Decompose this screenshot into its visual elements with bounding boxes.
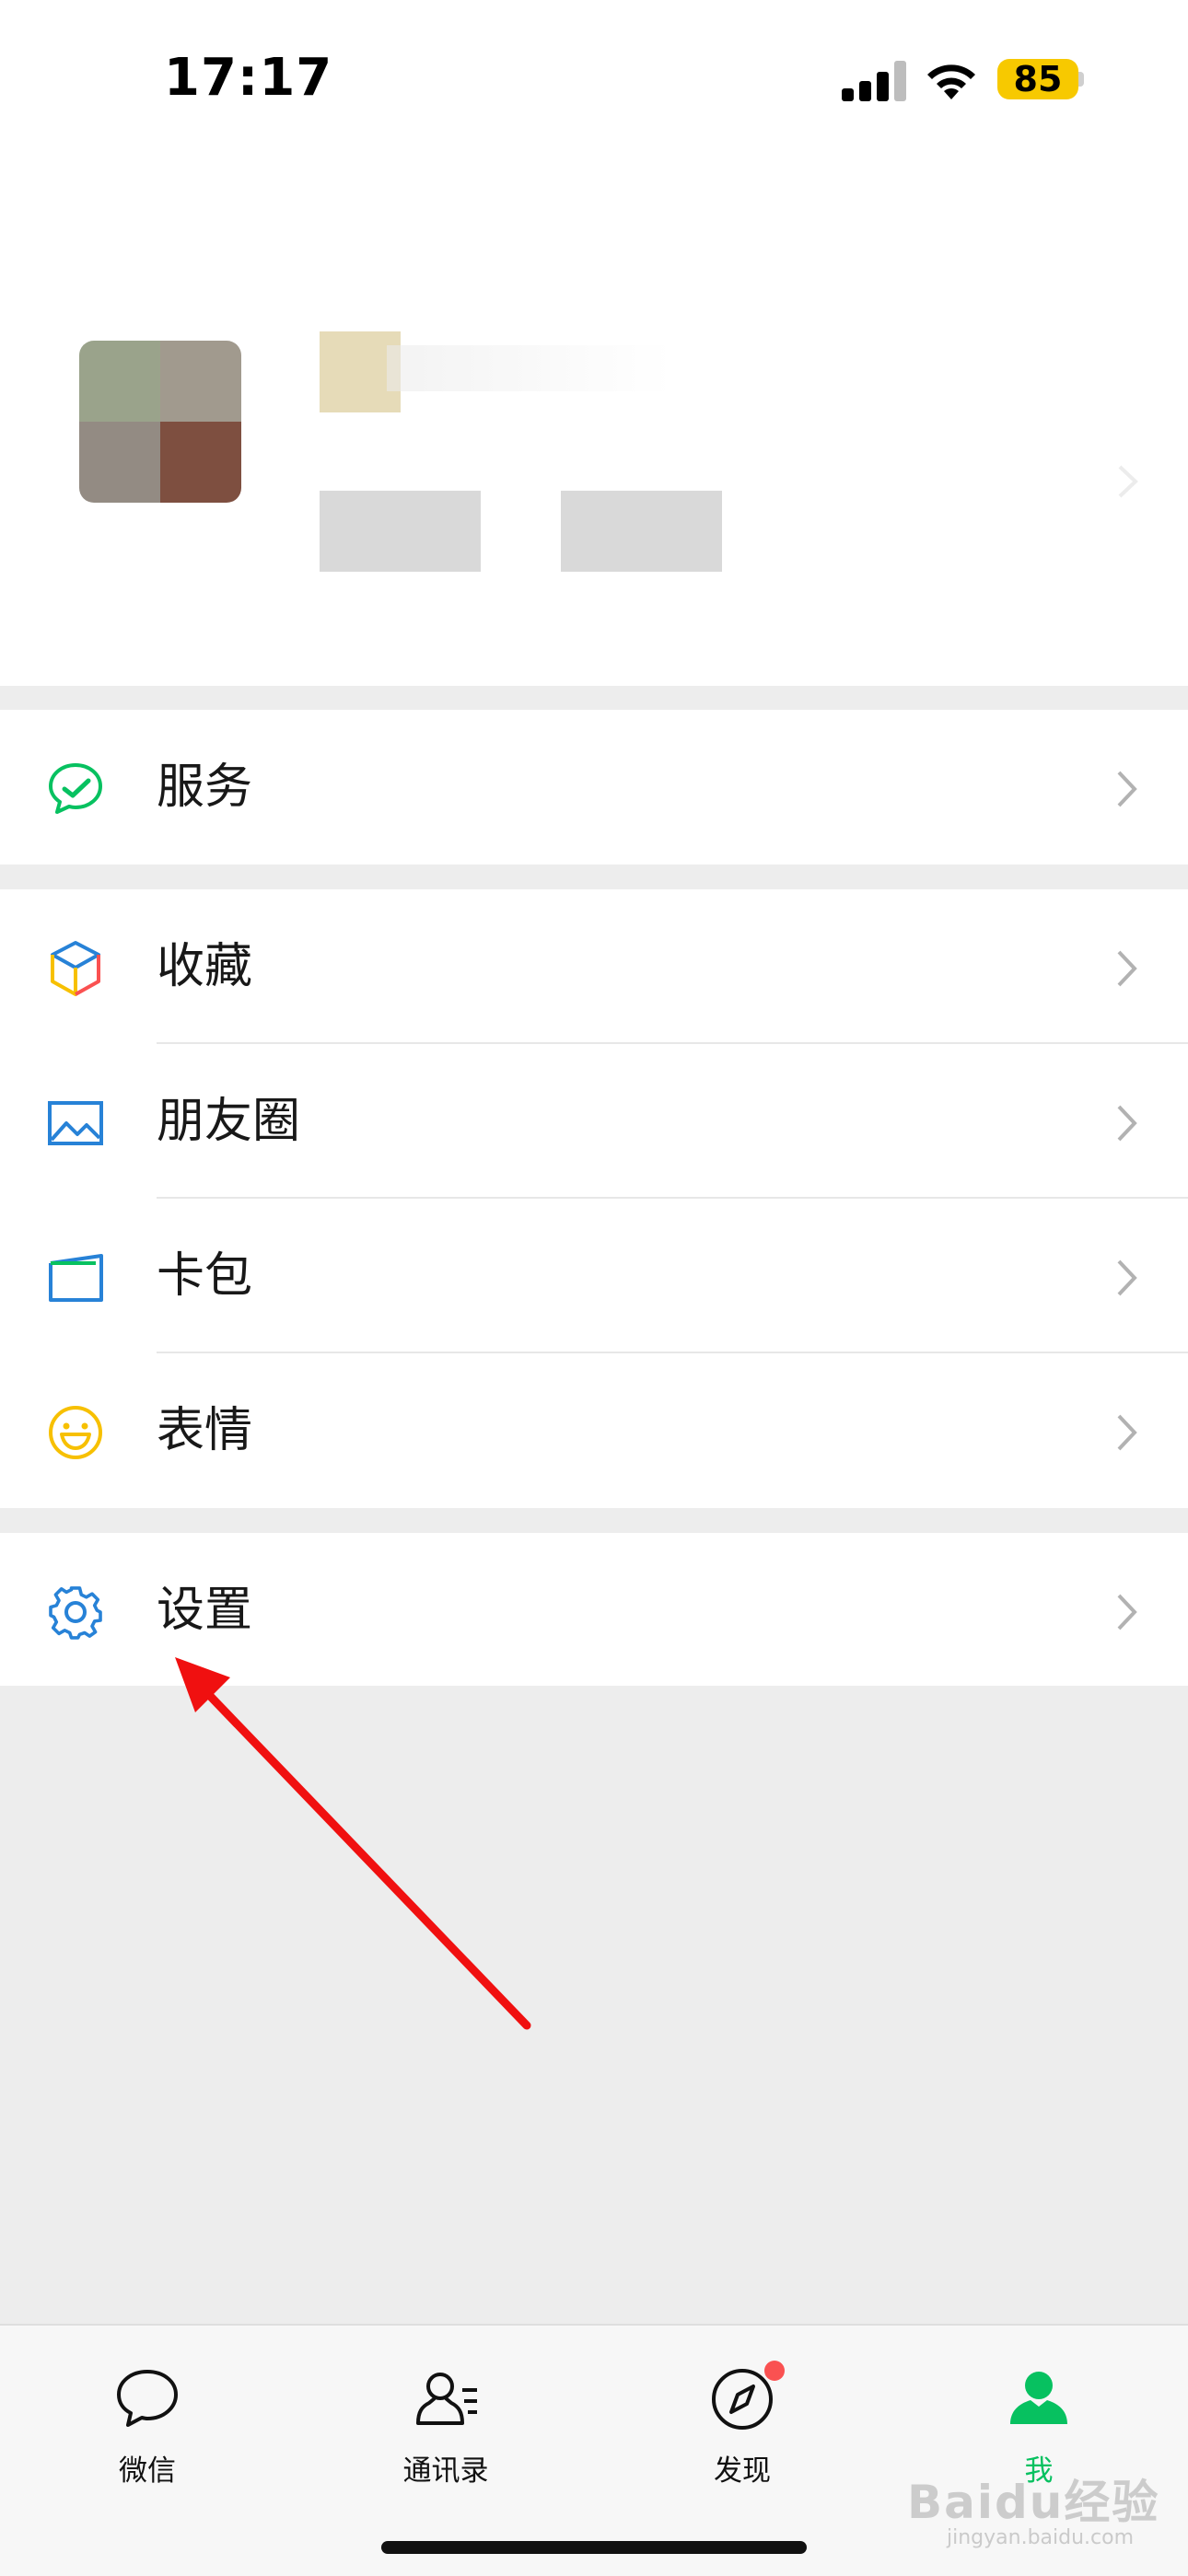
tab-label-contacts: 通讯录 — [402, 2454, 489, 2488]
tab-label-chats: 微信 — [119, 2454, 176, 2488]
notification-badge — [764, 2361, 785, 2381]
person-icon — [1010, 2372, 1067, 2424]
chat-bubble-icon — [117, 2370, 178, 2427]
annotation-arrow — [175, 1657, 531, 2030]
watermark-url: jingyan.baidu.com — [947, 2526, 1135, 2549]
tab-discover[interactable]: 发现 — [650, 2357, 834, 2488]
watermark-brand: Baidu经验 — [907, 2476, 1160, 2529]
tab-label-discover: 发现 — [714, 2454, 771, 2488]
contacts-icon — [416, 2373, 477, 2425]
tab-chats[interactable]: 微信 — [55, 2357, 239, 2488]
home-indicator — [381, 2541, 807, 2554]
tab-contacts[interactable]: 通讯录 — [354, 2357, 538, 2488]
